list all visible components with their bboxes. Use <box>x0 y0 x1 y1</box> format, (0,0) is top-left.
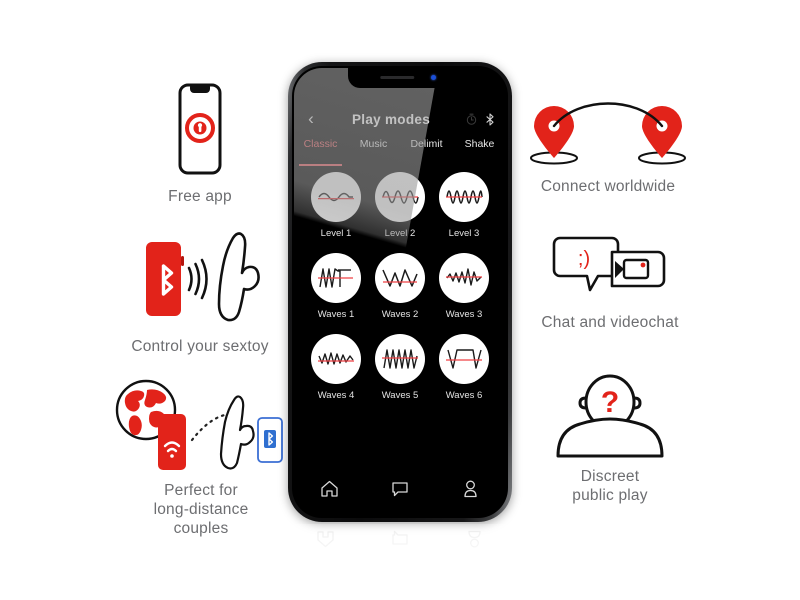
earpiece-speaker <box>380 76 415 79</box>
mode-waves-4[interactable]: Waves 4 <box>304 334 368 401</box>
waveform-zigzag-peak-icon <box>375 253 425 303</box>
reflection-chat-icon <box>363 530 438 560</box>
globe-phone-toy-icon <box>106 372 296 472</box>
two-map-pins-arc-icon <box>518 102 698 168</box>
tab-music[interactable]: Music <box>347 136 400 162</box>
mode-tabs: Classic Music Delimit Shake <box>294 136 506 166</box>
phone-bluetooth-toy-icon <box>110 232 290 328</box>
front-camera-dot <box>431 75 436 80</box>
mode-label: Waves 4 <box>317 390 355 401</box>
mode-label: Waves 5 <box>381 390 419 401</box>
mode-waves-5[interactable]: Waves 5 <box>368 334 432 401</box>
tab-classic[interactable]: Classic <box>294 136 347 166</box>
feature-chat-videochat: ;) Chat and videochat <box>520 232 700 333</box>
bottom-navigation <box>294 472 506 506</box>
feature-free-app: Free app <box>118 82 282 207</box>
mode-level-1[interactable]: Level 1 <box>304 172 368 239</box>
feature-long-distance: Perfect for long-distance couples <box>106 372 296 539</box>
app-header: ‹ Play modes <box>294 106 506 132</box>
mode-waves-1[interactable]: Waves 1 <box>304 253 368 320</box>
waveform-spikes-tall-icon <box>375 334 425 384</box>
waveform-zigzag-dense-icon <box>439 253 489 303</box>
reflection-icons <box>288 530 512 560</box>
question-mark-glyph: ? <box>601 386 619 419</box>
feature-caption: Chat and videochat <box>541 314 679 331</box>
feature-discreet-public-play: ? Discreet public play <box>530 372 690 506</box>
mode-waves-3[interactable]: Waves 3 <box>432 253 496 320</box>
page-title: Play modes <box>351 111 431 127</box>
waveform-zigzag-step-icon <box>311 253 361 303</box>
mode-label: Level 3 <box>448 228 480 239</box>
reflection-profile-icon <box>437 530 512 560</box>
phone-with-logo-icon <box>118 82 282 178</box>
waveform-sine-high-icon <box>439 172 489 222</box>
reflection-fade-mask <box>288 524 512 592</box>
back-button[interactable]: ‹ <box>294 109 328 129</box>
mode-label: Waves 2 <box>381 309 419 320</box>
speech-bubbles-video-icon: ;) <box>520 232 700 304</box>
phone-reflection <box>288 524 512 592</box>
smartphone-mockup: ‹ Play modes Classic Music Delimit Shake… <box>288 62 512 522</box>
tab-shake[interactable]: Shake <box>453 136 506 162</box>
promo-canvas: Free app Control your sextoy Perfect for… <box>0 0 800 600</box>
feature-caption: Perfect for long-distance couples <box>153 482 249 537</box>
mode-label: Level 1 <box>320 228 352 239</box>
phone-frame: ‹ Play modes Classic Music Delimit Shake… <box>288 62 512 522</box>
nav-home[interactable] <box>294 480 365 498</box>
feature-control-sextoy: Control your sextoy <box>110 232 290 357</box>
waveform-sine-mid-icon <box>375 172 425 222</box>
mode-label: Waves 3 <box>445 309 483 320</box>
waveform-trapezoid-icon <box>439 334 489 384</box>
play-modes-grid: Level 1 Level 2 Level 3 Waves 1 Waves 2 … <box>304 172 496 401</box>
mode-level-3[interactable]: Level 3 <box>432 172 496 239</box>
mode-label: Level 2 <box>384 228 416 239</box>
tab-delimit[interactable]: Delimit <box>400 136 453 162</box>
feature-caption: Connect worldwide <box>540 178 676 195</box>
waveform-sine-low-icon <box>311 172 361 222</box>
mode-waves-2[interactable]: Waves 2 <box>368 253 432 320</box>
emoticon-text: ;) <box>578 248 590 270</box>
mode-label: Waves 1 <box>317 309 355 320</box>
mode-level-2[interactable]: Level 2 <box>368 172 432 239</box>
waveform-zigzag-small-icon <box>311 334 361 384</box>
feature-caption: Control your sextoy <box>131 338 269 355</box>
feature-connect-worldwide: Connect worldwide <box>518 102 698 197</box>
mode-label: Waves 6 <box>445 390 483 401</box>
phone-bezel: ‹ Play modes Classic Music Delimit Shake… <box>292 66 508 518</box>
feature-caption: Discreet public play <box>572 468 648 504</box>
timer-icon[interactable] <box>466 113 477 125</box>
person-question-icon: ? <box>530 372 690 458</box>
reflection-home-icon <box>288 530 363 560</box>
phone-notch <box>348 68 452 88</box>
feature-caption: Free app <box>168 188 232 205</box>
nav-profile[interactable] <box>435 480 506 498</box>
mode-waves-6[interactable]: Waves 6 <box>432 334 496 401</box>
app-screen: ‹ Play modes Classic Music Delimit Shake… <box>294 68 506 516</box>
bluetooth-icon[interactable] <box>486 112 494 126</box>
nav-chat[interactable] <box>365 481 436 497</box>
